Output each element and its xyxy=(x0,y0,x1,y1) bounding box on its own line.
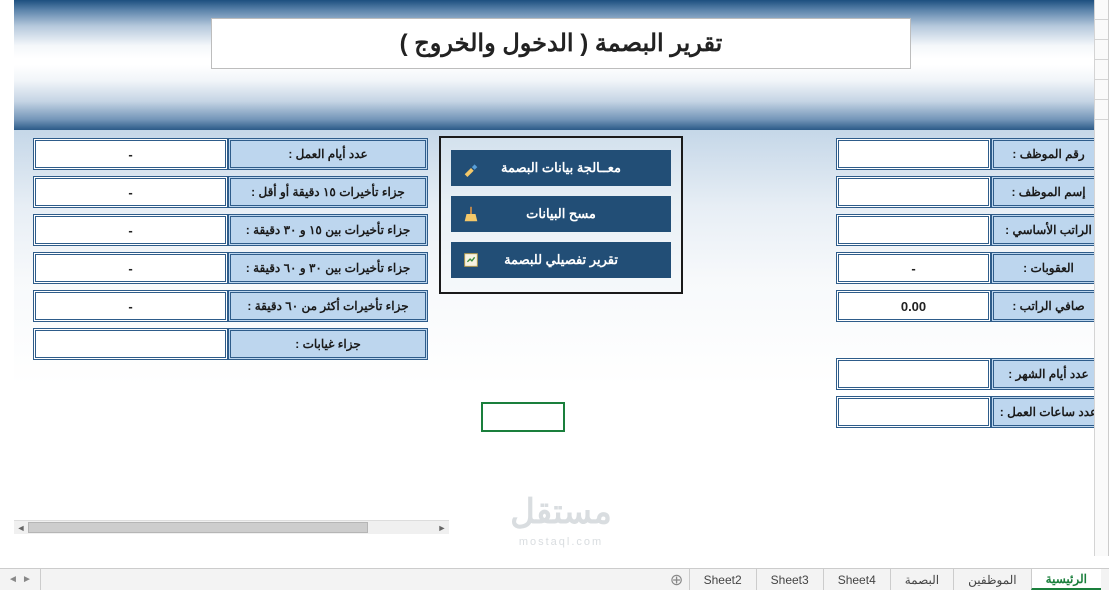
selected-cell[interactable] xyxy=(481,402,565,432)
field-penalties: العقوبات : - xyxy=(834,252,1106,284)
value-late60[interactable]: - xyxy=(33,290,228,322)
value-late15-30[interactable]: - xyxy=(33,214,228,246)
label-penalties: العقوبات : xyxy=(991,252,1106,284)
field-late15: جزاء تأخيرات ١٥ دقيقة أو أقل : - xyxy=(28,176,428,208)
tab-nav-next-icon[interactable]: ► xyxy=(22,573,32,587)
tabs-container: الرئيسية الموظفين البصمة Sheet4 Sheet3 S… xyxy=(41,569,1109,590)
scroll-thumb[interactable] xyxy=(28,522,368,533)
value-work-days[interactable]: - xyxy=(33,138,228,170)
label-late15: جزاء تأخيرات ١٥ دقيقة أو أقل : xyxy=(228,176,428,208)
watermark-sub: mostaql.com xyxy=(519,536,603,548)
right-column: رقم الموظف : إسم الموظف : الراتب الأساسي… xyxy=(834,138,1106,434)
watermark: مستقل xyxy=(510,492,612,532)
page-title: تقرير البصمة ( الدخول والخروج ) xyxy=(232,29,890,58)
content-area: رقم الموظف : إسم الموظف : الراتب الأساسي… xyxy=(14,130,1108,556)
scroll-left-arrow-icon[interactable]: ◄ xyxy=(14,521,28,535)
value-penalties[interactable]: - xyxy=(836,252,991,284)
value-base-salary[interactable] xyxy=(836,214,991,246)
field-net-salary: صافي الراتب : 0.00 xyxy=(834,290,1106,322)
value-month-days[interactable] xyxy=(836,358,991,390)
tab-sheet4[interactable]: Sheet4 xyxy=(823,569,890,590)
field-work-hours: عدد ساعات العمل : xyxy=(834,396,1106,428)
title-box: تقرير البصمة ( الدخول والخروج ) xyxy=(211,18,911,69)
report-icon xyxy=(461,250,481,270)
label-work-hours: عدد ساعات العمل : xyxy=(991,396,1106,428)
tab-fingerprint[interactable]: البصمة xyxy=(890,569,953,590)
label-absences: جزاء غيابات : xyxy=(228,328,428,360)
label-late60: جزاء تأخيرات أكثر من ٦٠ دقيقة : xyxy=(228,290,428,322)
field-work-days: عدد أيام العمل : - xyxy=(28,138,428,170)
worksheet-area: تقرير البصمة ( الدخول والخروج ) رقم المو… xyxy=(14,0,1109,556)
hammer-icon xyxy=(461,158,481,178)
process-label: معــالجة بيانات البصمة xyxy=(501,160,621,176)
label-late30-60: جزاء تأخيرات بين ٣٠ و ٦٠ دقيقة : xyxy=(228,252,428,284)
tab-nav-prev-icon[interactable]: ◄ xyxy=(8,573,18,587)
clear-data-button[interactable]: مسح البيانات xyxy=(451,196,671,232)
tab-sheet3[interactable]: Sheet3 xyxy=(756,569,823,590)
tab-employees[interactable]: الموظفين xyxy=(953,569,1031,590)
field-absences: جزاء غيابات : xyxy=(28,328,428,360)
label-work-days: عدد أيام العمل : xyxy=(228,138,428,170)
tab-nav: ◄ ► xyxy=(0,569,41,590)
value-late30-60[interactable]: - xyxy=(33,252,228,284)
tab-main[interactable]: الرئيسية xyxy=(1031,569,1101,590)
value-net-salary[interactable]: 0.00 xyxy=(836,290,991,322)
value-work-hours[interactable] xyxy=(836,396,991,428)
label-net-salary: صافي الراتب : xyxy=(991,290,1106,322)
value-late15[interactable]: - xyxy=(33,176,228,208)
left-column: عدد أيام العمل : - جزاء تأخيرات ١٥ دقيقة… xyxy=(28,138,428,366)
header-band: تقرير البصمة ( الدخول والخروج ) xyxy=(14,0,1108,130)
actions-panel: معــالجة بيانات البصمة مسح البيانات تقري… xyxy=(439,136,683,294)
label-emp-no: رقم الموظف : xyxy=(991,138,1106,170)
horizontal-scrollbar[interactable]: ◄ ► xyxy=(14,520,449,534)
report-label: تقرير تفصيلي للبصمة xyxy=(504,252,618,268)
field-emp-no: رقم الموظف : xyxy=(834,138,1106,170)
detailed-report-button[interactable]: تقرير تفصيلي للبصمة xyxy=(451,242,671,278)
label-month-days: عدد أيام الشهر : xyxy=(991,358,1106,390)
field-month-days: عدد أيام الشهر : xyxy=(834,358,1106,390)
value-emp-no[interactable] xyxy=(836,138,991,170)
scroll-right-arrow-icon[interactable]: ► xyxy=(435,521,449,535)
field-late15-30: جزاء تأخيرات بين ١٥ و ٣٠ دقيقة : - xyxy=(28,214,428,246)
tab-sheet2[interactable]: Sheet2 xyxy=(689,569,756,590)
value-absences[interactable] xyxy=(33,328,228,360)
field-base-salary: الراتب الأساسي : xyxy=(834,214,1106,246)
sheet-tab-bar: ◄ ► الرئيسية الموظفين البصمة Sheet4 Shee… xyxy=(0,568,1109,590)
broom-icon xyxy=(461,204,481,224)
label-emp-name: إسم الموظف : xyxy=(991,176,1106,208)
grid-edge xyxy=(1094,0,1108,556)
field-late30-60: جزاء تأخيرات بين ٣٠ و ٦٠ دقيقة : - xyxy=(28,252,428,284)
add-sheet-button[interactable]: ⊕ xyxy=(665,569,689,590)
field-emp-name: إسم الموظف : xyxy=(834,176,1106,208)
field-late60: جزاء تأخيرات أكثر من ٦٠ دقيقة : - xyxy=(28,290,428,322)
clear-label: مسح البيانات xyxy=(526,206,596,222)
process-fingerprint-button[interactable]: معــالجة بيانات البصمة xyxy=(451,150,671,186)
spacer xyxy=(834,328,1106,358)
value-emp-name[interactable] xyxy=(836,176,991,208)
label-base-salary: الراتب الأساسي : xyxy=(991,214,1106,246)
label-late15-30: جزاء تأخيرات بين ١٥ و ٣٠ دقيقة : xyxy=(228,214,428,246)
